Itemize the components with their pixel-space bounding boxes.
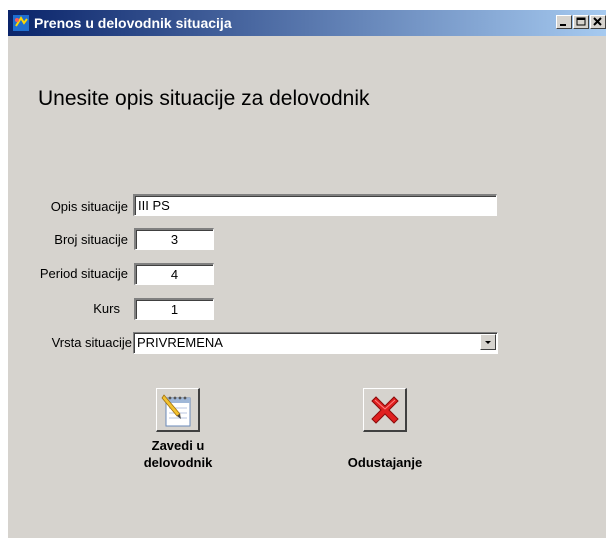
vrsta-dropdown-button[interactable] bbox=[480, 334, 496, 350]
broj-input[interactable]: 3 bbox=[134, 228, 214, 250]
zavedi-caption-line2: delovodnik bbox=[143, 455, 213, 470]
period-input[interactable]: 4 bbox=[134, 263, 214, 285]
maximize-icon bbox=[576, 17, 586, 26]
vrsta-select[interactable]: PRIVREMENA bbox=[133, 332, 498, 354]
close-icon bbox=[593, 17, 602, 26]
opis-input[interactable]: III PS bbox=[133, 194, 497, 216]
title-bar[interactable]: Prenos u delovodnik situacija bbox=[8, 10, 606, 36]
zavedi-button[interactable] bbox=[156, 388, 200, 432]
minimize-button[interactable] bbox=[556, 15, 572, 29]
zavedi-caption-line1: Zavedi u bbox=[151, 438, 205, 453]
chevron-down-icon bbox=[485, 341, 491, 344]
odustajanje-button[interactable] bbox=[363, 388, 407, 432]
broj-label: Broj situacije bbox=[54, 232, 128, 247]
app-icon bbox=[12, 14, 30, 32]
notepad-pencil-icon bbox=[161, 394, 191, 427]
vrsta-label: Vrsta situacije bbox=[51, 335, 132, 350]
kurs-input[interactable]: 1 bbox=[134, 298, 214, 320]
zavedi-caption: Zavedi u delovodnik bbox=[128, 437, 228, 471]
kurs-label: Kurs bbox=[93, 301, 120, 316]
opis-label: Opis situacije bbox=[50, 199, 128, 214]
dialog-window: Prenos u delovodnik situacija Unesite op… bbox=[8, 10, 606, 538]
window-title: Prenos u delovodnik situacija bbox=[34, 15, 232, 31]
minimize-icon bbox=[560, 24, 566, 26]
page-heading: Unesite opis situacije za delovodnik bbox=[38, 87, 370, 110]
red-x-icon bbox=[371, 396, 399, 424]
odustajanje-caption: Odustajanje bbox=[347, 455, 423, 470]
close-button[interactable] bbox=[590, 15, 606, 29]
period-label: Period situacije bbox=[39, 266, 128, 281]
maximize-button[interactable] bbox=[573, 15, 589, 29]
vrsta-select-value: PRIVREMENA bbox=[137, 335, 223, 350]
